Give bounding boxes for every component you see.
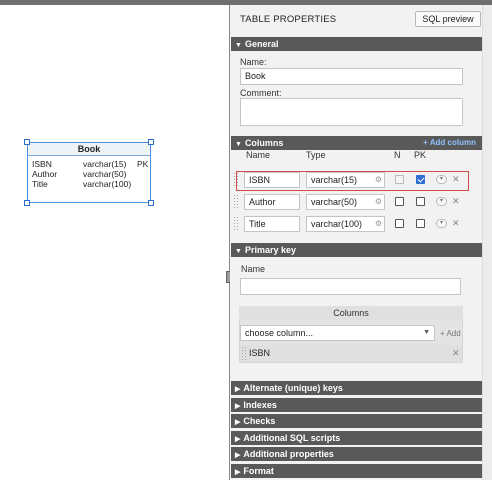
section-label: Additional SQL scripts xyxy=(243,433,341,443)
resize-handle-top-left[interactable] xyxy=(24,139,30,145)
entity-column-key: PK xyxy=(137,159,149,169)
section-additional-properties[interactable]: ▶ Additional properties xyxy=(231,447,482,461)
column-header-type: Type xyxy=(306,150,326,160)
triangle-right-icon: ▶ xyxy=(235,419,241,426)
chevron-down-icon[interactable]: ▾ xyxy=(436,175,447,184)
table-name-input[interactable]: Book xyxy=(240,68,463,85)
column-type-input[interactable]: varchar(50) ⚙ xyxy=(306,194,385,210)
section-label: General xyxy=(244,39,279,49)
section-general[interactable]: ▼ General xyxy=(231,37,482,51)
drag-handle-icon[interactable] xyxy=(233,216,238,232)
triangle-right-icon: ▶ xyxy=(235,403,241,410)
triangle-right-icon: ▶ xyxy=(235,469,241,476)
diagram-canvas[interactable] xyxy=(0,5,229,480)
column-header-nullable: N xyxy=(394,150,401,160)
section-alternate-keys[interactable]: ▶ Alternate (unique) keys xyxy=(231,381,482,395)
chevron-down-icon[interactable]: ▾ xyxy=(436,197,447,206)
nullable-checkbox[interactable] xyxy=(395,197,404,206)
pk-name-input[interactable] xyxy=(240,278,461,295)
triangle-down-icon: ▼ xyxy=(235,248,242,255)
nullable-checkbox[interactable] xyxy=(395,219,404,228)
entity-column-name: Title xyxy=(32,179,48,189)
gear-icon[interactable]: ⚙ xyxy=(375,173,382,187)
section-checks[interactable]: ▶ Checks xyxy=(231,414,482,428)
chevron-down-icon[interactable]: ▾ xyxy=(436,219,447,228)
section-label: Additional properties xyxy=(243,449,334,459)
entity-row: Author varchar(50) xyxy=(28,169,150,179)
comment-label: Comment: xyxy=(240,88,282,98)
section-label: Columns xyxy=(244,138,284,148)
choose-column-select[interactable]: choose column... ▼ xyxy=(240,325,435,341)
entity-row: ISBN varchar(15) PK xyxy=(28,159,150,169)
triangle-right-icon: ▶ xyxy=(235,386,241,393)
add-column-link[interactable]: + Add column xyxy=(423,136,476,150)
close-icon[interactable]: ✕ xyxy=(452,174,460,185)
column-header-name: Name xyxy=(246,150,271,160)
entity-column-type: varchar(100) xyxy=(83,179,132,189)
section-label: Alternate (unique) keys xyxy=(243,383,343,393)
pk-checkbox[interactable] xyxy=(416,219,425,228)
triangle-right-icon: ▶ xyxy=(235,452,241,459)
pk-checkbox[interactable] xyxy=(416,175,425,184)
entity-title: Book xyxy=(28,143,150,156)
drag-handle-icon[interactable] xyxy=(233,194,238,210)
section-indexes[interactable]: ▶ Indexes xyxy=(231,398,482,412)
gear-icon[interactable]: ⚙ xyxy=(375,195,382,209)
section-label: Primary key xyxy=(244,245,296,255)
column-name-input[interactable]: ISBN xyxy=(244,172,300,188)
pk-column-name: ISBN xyxy=(249,348,271,358)
panel-scrollbar[interactable] xyxy=(482,5,492,480)
column-type-input[interactable]: varchar(15) ⚙ xyxy=(306,172,385,188)
gear-icon[interactable]: ⚙ xyxy=(375,217,382,231)
entity-column-name: Author xyxy=(32,169,58,179)
column-header-pk: PK xyxy=(414,150,427,160)
comment-textarea[interactable] xyxy=(240,98,463,126)
section-primary-key[interactable]: ▼ Primary key xyxy=(231,243,482,257)
triangle-right-icon: ▶ xyxy=(235,436,241,443)
resize-handle-top-right[interactable] xyxy=(148,139,154,145)
pk-columns-title: Columns xyxy=(239,306,463,320)
entity-column-type: varchar(15) xyxy=(83,159,127,169)
pk-checkbox[interactable] xyxy=(416,197,425,206)
book-table-entity[interactable]: Book ISBN varchar(15) PK Author varchar(… xyxy=(27,142,151,203)
entity-row: Title varchar(100) xyxy=(28,179,150,189)
column-type-input[interactable]: varchar(100) ⚙ xyxy=(306,216,385,232)
resize-handle-bottom-right[interactable] xyxy=(148,200,154,206)
sql-preview-button[interactable]: SQL preview xyxy=(415,11,481,27)
close-icon[interactable]: ✕ xyxy=(452,196,460,207)
entity-column-type: varchar(50) xyxy=(83,169,127,179)
section-label: Indexes xyxy=(243,400,277,410)
add-pk-column-button[interactable]: + Add xyxy=(440,329,461,338)
close-icon[interactable]: ✕ xyxy=(452,218,460,229)
drag-handle-icon[interactable] xyxy=(241,346,246,360)
pk-column-item: ISBN xyxy=(240,345,462,362)
section-label: Checks xyxy=(243,416,276,426)
name-label: Name: xyxy=(240,57,267,67)
panel-header: TABLE PROPERTIES SQL preview xyxy=(230,5,482,33)
section-label: Format xyxy=(243,466,274,476)
column-name-input[interactable]: Author xyxy=(244,194,300,210)
column-type-value: varchar(15) xyxy=(311,175,358,185)
panel-title: TABLE PROPERTIES xyxy=(240,14,337,25)
section-additional-sql-scripts[interactable]: ▶ Additional SQL scripts xyxy=(231,431,482,445)
nullable-checkbox[interactable] xyxy=(395,175,404,184)
entity-column-name: ISBN xyxy=(32,159,52,169)
chevron-down-icon: ▼ xyxy=(423,329,430,336)
section-format[interactable]: ▶ Format xyxy=(231,464,482,478)
choose-column-value: choose column... xyxy=(245,328,314,338)
close-icon[interactable]: ✕ xyxy=(452,348,460,359)
drag-handle-icon[interactable] xyxy=(233,172,238,188)
column-type-value: varchar(100) xyxy=(311,219,363,229)
triangle-down-icon: ▼ xyxy=(235,42,242,49)
triangle-down-icon: ▼ xyxy=(235,141,242,148)
pk-name-label: Name xyxy=(241,264,266,274)
resize-handle-bottom-left[interactable] xyxy=(24,200,30,206)
column-type-value: varchar(50) xyxy=(311,197,358,207)
section-columns[interactable]: ▼ Columns + Add column xyxy=(231,136,482,150)
column-name-input[interactable]: Title xyxy=(244,216,300,232)
